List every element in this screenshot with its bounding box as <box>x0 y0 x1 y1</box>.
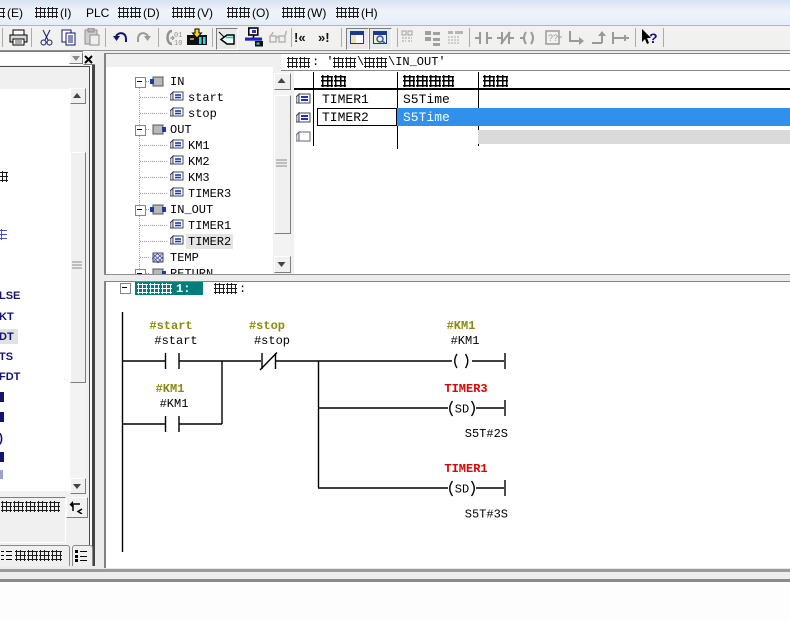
svg-text:#KM1: #KM1 <box>451 334 480 348</box>
svg-text:#start: #start <box>154 334 197 348</box>
svg-text:#KM1: #KM1 <box>447 319 476 333</box>
svg-text:TIMER1: TIMER1 <box>444 462 487 476</box>
svg-text:TIMER3: TIMER3 <box>444 382 487 396</box>
svg-text:10: 10 <box>174 40 182 47</box>
svg-text:?: ? <box>649 30 658 46</box>
svg-text:SD: SD <box>455 403 469 417</box>
svg-text:#KM1: #KM1 <box>156 382 185 396</box>
svg-text:SD: SD <box>455 483 469 497</box>
svg-text:S5T#3S: S5T#3S <box>465 508 508 522</box>
svg-text:#stop: #stop <box>249 319 285 333</box>
svg-text:S5T#2S: S5T#2S <box>465 427 508 441</box>
svg-text:01: 01 <box>174 32 182 40</box>
svg-text:??: ?? <box>548 33 558 43</box>
svg-text:#start: #start <box>149 319 192 333</box>
svg-text:#stop: #stop <box>254 334 290 348</box>
svg-text:#KM1: #KM1 <box>160 397 189 411</box>
